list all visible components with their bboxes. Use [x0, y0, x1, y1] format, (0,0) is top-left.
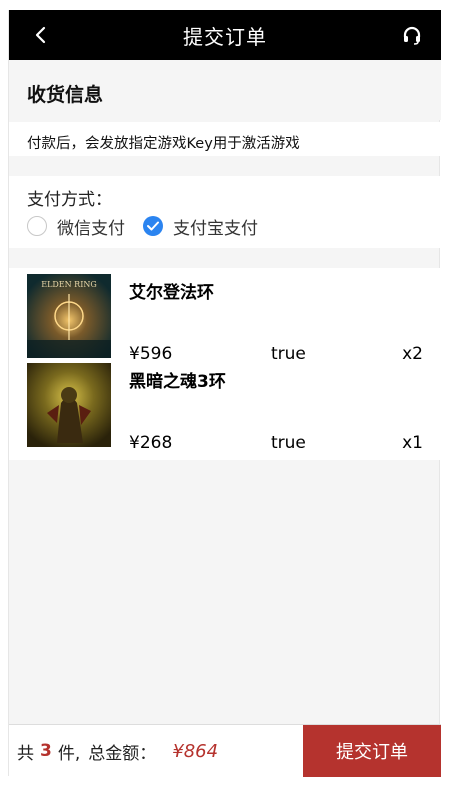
payment-option-label: 微信支付 [57, 218, 125, 239]
headset-icon [403, 26, 421, 45]
game-price: ¥596 [129, 344, 173, 364]
radio-checked-icon[interactable] [143, 216, 163, 236]
game-price: ¥268 [129, 433, 173, 453]
receive-info-section: 收货信息 [9, 60, 441, 120]
check-icon [147, 221, 159, 231]
top-navbar: 提交订单 [9, 10, 441, 60]
order-summary: 共 3 件, 总金额： ¥864 [17, 725, 218, 777]
bottom-bar: 共 3 件, 总金额： ¥864 提交订单 [9, 724, 441, 777]
game-cover-image: ELDEN RING [27, 274, 111, 358]
notice-card: 付款后，会发放指定游戏Key用于激活游戏 [9, 122, 441, 156]
section-title: 收货信息 [27, 84, 104, 106]
page-title: 提交订单 [183, 24, 267, 49]
count-prefix: 共 [17, 743, 34, 764]
chevron-left-icon [35, 26, 46, 44]
payment-option-wechat[interactable]: 微信支付 [27, 213, 125, 239]
game-name: 黑暗之魂3环 [129, 372, 226, 392]
list-item[interactable]: 黑暗之魂3环 ¥268 true x1 [9, 363, 441, 453]
customer-service-button[interactable] [401, 24, 423, 46]
goods-list: ELDEN RING 艾尔登法环 ¥596 true x2 黑暗之魂3环 ¥26… [9, 268, 441, 460]
count-suffix: 件, [57, 743, 81, 764]
submit-order-button[interactable]: 提交订单 [303, 725, 441, 777]
payment-option-alipay[interactable]: 支付宝支付 [143, 213, 258, 239]
game-name: 艾尔登法环 [129, 283, 214, 303]
game-cover-image [27, 363, 111, 447]
back-button[interactable] [31, 24, 53, 46]
game-quantity: x1 [402, 433, 423, 453]
status-flag: true [271, 433, 306, 453]
item-count: 3 [40, 741, 52, 761]
payment-section: 支付方式： 微信支付 支付宝支付 [9, 176, 441, 248]
total-label: 总金额： [88, 743, 157, 764]
total-amount: ¥864 [172, 740, 219, 762]
radio-unchecked-icon[interactable] [27, 216, 47, 236]
app-frame: 提交订单 收货信息 付款后，会发放指定游戏Key用于激活游戏 支付方式： 微信支… [8, 10, 441, 777]
payment-label: 支付方式： [27, 190, 112, 210]
status-flag: true [271, 344, 306, 364]
list-item[interactable]: ELDEN RING 艾尔登法环 ¥596 true x2 [9, 274, 441, 364]
game-quantity: x2 [402, 344, 423, 364]
payment-option-label: 支付宝支付 [173, 218, 258, 239]
notice-text: 付款后，会发放指定游戏Key用于激活游戏 [27, 136, 300, 152]
cover-title: ELDEN RING [41, 280, 97, 289]
